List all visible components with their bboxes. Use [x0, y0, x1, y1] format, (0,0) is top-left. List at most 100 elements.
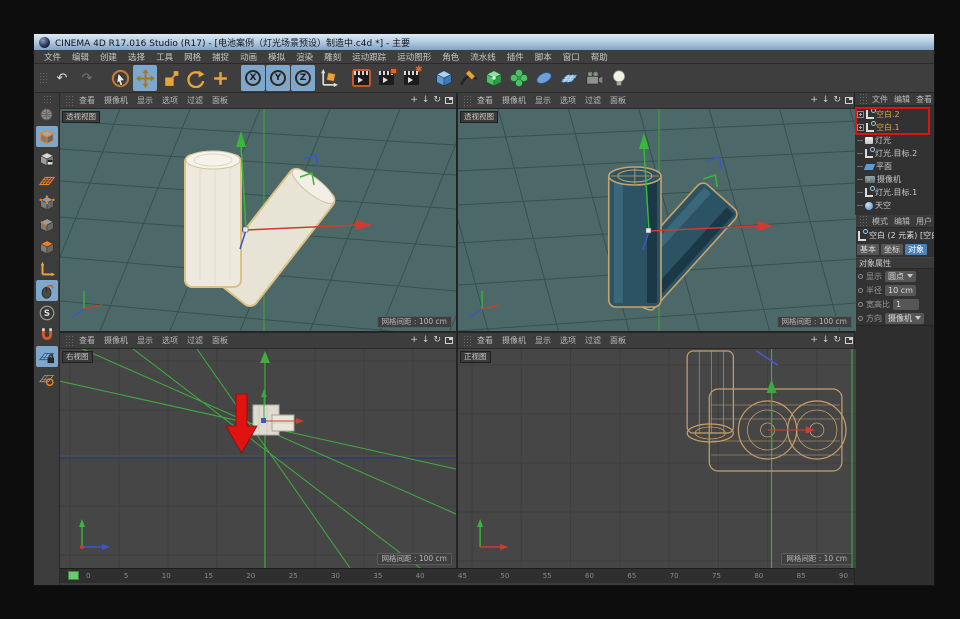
menu-item[interactable]: 窗口	[563, 51, 580, 63]
viewport-menu-item[interactable]: 选项	[162, 95, 178, 106]
viewport-canvas[interactable]: 透视视图 网格间距 : 100 cm	[458, 109, 856, 331]
menu-item[interactable]: 运动跟踪	[352, 51, 386, 63]
rotate-view-icon[interactable]: ↻	[833, 96, 841, 105]
aspect-ratio-input[interactable]: 1	[893, 299, 919, 310]
menu-item[interactable]: 捕捉	[212, 51, 229, 63]
environment-icon[interactable]	[532, 65, 556, 91]
viewport-solo-icon[interactable]	[36, 280, 58, 301]
menu-item[interactable]: 编辑	[72, 51, 89, 63]
panel-menu-item[interactable]: 模式	[872, 216, 888, 227]
menu-item[interactable]: 模拟	[268, 51, 285, 63]
object-row-camera[interactable]: 摄像机	[855, 173, 934, 186]
menu-item[interactable]: 角色	[442, 51, 459, 63]
viewport-menu-item[interactable]: 选项	[560, 95, 576, 106]
viewport-menu-item[interactable]: 显示	[137, 95, 153, 106]
polygons-mode-icon[interactable]	[36, 236, 58, 257]
viewport-menu-item[interactable]: 查看	[79, 95, 95, 106]
toggle-view-icon[interactable]	[445, 337, 453, 344]
panel-menu-item[interactable]: 编辑	[894, 94, 910, 105]
render-view-icon[interactable]	[349, 65, 373, 91]
viewport-menu-item[interactable]: 选项	[560, 335, 576, 346]
floor-icon[interactable]	[557, 65, 581, 91]
generators-icon[interactable]	[482, 65, 506, 91]
viewport-canvas[interactable]: 右视图 网格间距 : 100 cm	[60, 349, 456, 568]
panel-grip[interactable]	[859, 215, 867, 227]
viewport-menu-item[interactable]: 过滤	[187, 95, 203, 106]
pan-view-icon[interactable]: +	[810, 336, 818, 345]
panel-menu-item[interactable]: 用户	[916, 216, 932, 227]
toggle-view-icon[interactable]	[445, 97, 453, 104]
lock-x-axis-icon[interactable]: X	[241, 65, 265, 91]
object-row-plane[interactable]: 平面	[855, 160, 934, 173]
viewport-canvas[interactable]: 透视视图 网格间距 : 100 cm	[60, 109, 456, 331]
viewport-menu-item[interactable]: 过滤	[585, 95, 601, 106]
keyframe-dot-icon[interactable]	[858, 316, 863, 321]
title-bar[interactable]: CINEMA 4D R17.016 Studio (R17) - [电池案例（灯…	[34, 34, 934, 50]
object-row-light-target-2[interactable]: 灯光.目标.2	[855, 147, 934, 160]
render-picture-viewer-icon[interactable]	[374, 65, 398, 91]
redo-icon[interactable]: ↷	[75, 65, 99, 91]
viewport-menu-item[interactable]: 选项	[162, 335, 178, 346]
panel-menu-item[interactable]: 编辑	[894, 216, 910, 227]
menu-item[interactable]: 渲染	[296, 51, 313, 63]
viewport-menu-item[interactable]: 显示	[137, 335, 153, 346]
edges-mode-icon[interactable]	[36, 214, 58, 235]
toggle-view-icon[interactable]	[845, 337, 853, 344]
lock-y-axis-icon[interactable]: Y	[266, 65, 290, 91]
menu-item[interactable]: 创建	[100, 51, 117, 63]
viewport-grip[interactable]	[65, 95, 73, 107]
rotate-view-icon[interactable]: ↻	[433, 96, 441, 105]
light-icon[interactable]	[607, 65, 631, 91]
viewport-menu-item[interactable]: 查看	[477, 335, 493, 346]
camera-icon[interactable]	[582, 65, 606, 91]
menu-item[interactable]: 工具	[156, 51, 173, 63]
viewport-menu-item[interactable]: 摄像机	[104, 95, 128, 106]
coordinate-system-icon[interactable]	[316, 65, 340, 91]
menu-item[interactable]: 脚本	[535, 51, 552, 63]
expand-icon[interactable]	[857, 111, 864, 118]
object-row-light[interactable]: 灯光	[855, 134, 934, 147]
model-mode-icon[interactable]	[36, 126, 58, 147]
deformers-icon[interactable]	[507, 65, 531, 91]
object-row-sky[interactable]: 天空	[855, 199, 934, 212]
render-settings-icon[interactable]: ✱	[399, 65, 423, 91]
display-dropdown[interactable]: 圆点	[885, 271, 916, 282]
viewport-menu-item[interactable]: 面板	[212, 95, 228, 106]
toggle-view-icon[interactable]	[845, 97, 853, 104]
rotate-view-icon[interactable]: ↻	[833, 336, 841, 345]
menu-item[interactable]: 流水线	[470, 51, 496, 63]
keyframe-dot-icon[interactable]	[858, 302, 863, 307]
zoom-view-icon[interactable]: ↓	[822, 96, 830, 105]
scale-tool-icon[interactable]	[158, 65, 182, 91]
zoom-view-icon[interactable]: ↓	[422, 96, 430, 105]
enable-axis-icon[interactable]	[36, 258, 58, 279]
last-tool-icon[interactable]	[208, 65, 232, 91]
tab-coordinates[interactable]: 坐标	[881, 244, 903, 255]
points-mode-icon[interactable]	[36, 192, 58, 213]
viewport-menu-item[interactable]: 查看	[477, 95, 493, 106]
primitive-cube-icon[interactable]	[432, 65, 456, 91]
pan-view-icon[interactable]: +	[410, 336, 418, 345]
texture-mode-icon[interactable]	[36, 148, 58, 169]
menu-item[interactable]: 雕刻	[324, 51, 341, 63]
orientation-dropdown[interactable]: 摄像机	[885, 313, 924, 324]
panel-menu-item[interactable]: 查看	[916, 94, 932, 105]
viewport-menu-item[interactable]: 过滤	[585, 335, 601, 346]
lock-z-axis-icon[interactable]: Z	[291, 65, 315, 91]
menu-item[interactable]: 动画	[240, 51, 257, 63]
menu-item[interactable]: 运动图形	[397, 51, 431, 63]
tab-basic[interactable]: 基本	[857, 244, 879, 255]
enable-snap-icon[interactable]: S	[36, 302, 58, 323]
keyframe-dot-icon[interactable]	[858, 288, 863, 293]
keyframe-dot-icon[interactable]	[858, 274, 863, 279]
menu-item[interactable]: 插件	[507, 51, 524, 63]
live-selection-icon[interactable]	[108, 65, 132, 91]
panel-menu-item[interactable]: 文件	[872, 94, 888, 105]
rotate-tool-icon[interactable]	[183, 65, 207, 91]
viewport-menu-item[interactable]: 面板	[610, 95, 626, 106]
viewport-menu-item[interactable]: 摄像机	[502, 335, 526, 346]
magnet-icon[interactable]	[36, 324, 58, 345]
radius-input[interactable]: 10 cm	[885, 285, 916, 296]
workplane-icon[interactable]	[36, 368, 58, 389]
viewport-grip[interactable]	[463, 95, 471, 107]
